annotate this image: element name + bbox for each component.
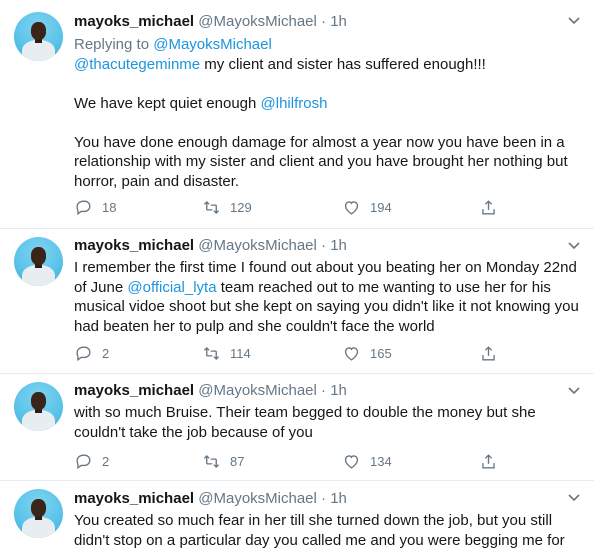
like-button[interactable]: 134	[342, 451, 392, 471]
mention-link[interactable]: @official_lyta	[127, 279, 216, 296]
tweet-actions: 18 129 194	[74, 197, 574, 217]
reply-count: 2	[102, 345, 110, 361]
avatar[interactable]	[14, 382, 63, 431]
author-name[interactable]: mayoks_michael	[74, 490, 194, 507]
reply-icon	[76, 199, 91, 215]
tweet-divider	[0, 373, 594, 374]
heart-icon	[344, 200, 359, 215]
mention-link[interactable]: @lhilfrosh	[261, 95, 328, 112]
tweet-actions: 2 87 134	[74, 451, 574, 471]
share-icon	[482, 453, 495, 469]
like-count: 165	[370, 345, 392, 361]
retweet-icon	[203, 200, 220, 214]
retweet-icon	[203, 346, 220, 360]
avatar[interactable]	[14, 12, 63, 61]
share-button[interactable]	[479, 197, 498, 217]
tweet-actions: 2 114 165	[74, 343, 574, 363]
retweet-button[interactable]: 114	[202, 343, 251, 363]
timestamp[interactable]: 1h	[330, 382, 347, 399]
chevron-down-icon[interactable]	[566, 237, 582, 253]
tweet-text: I remember the first time I found out ab…	[74, 259, 579, 335]
tweet-divider	[0, 480, 594, 481]
author-handle[interactable]: @MayoksMichael	[198, 490, 317, 507]
mention-link[interactable]: @thacutegeminme	[74, 56, 200, 73]
author-handle[interactable]: @MayoksMichael	[198, 13, 317, 30]
reply-count: 2	[102, 453, 110, 469]
retweet-count: 114	[230, 345, 251, 361]
retweet-button[interactable]: 129	[202, 197, 252, 217]
share-button[interactable]	[479, 451, 498, 471]
retweet-count: 87	[230, 453, 245, 469]
reply-to-link[interactable]: @MayoksMichael	[153, 36, 272, 53]
tweet-text: You created so much fear in her till she…	[74, 512, 565, 549]
author-name[interactable]: mayoks_michael	[74, 382, 194, 399]
reply-button[interactable]: 2	[74, 451, 109, 471]
retweet-icon	[203, 454, 220, 468]
chevron-down-icon[interactable]	[566, 489, 582, 505]
like-count: 194	[370, 199, 392, 215]
tweet-divider	[0, 228, 594, 229]
like-count: 134	[370, 453, 392, 469]
timestamp[interactable]: 1h	[330, 490, 347, 507]
heart-icon	[344, 346, 359, 361]
tweet-text: with so much Bruise. Their team begged t…	[74, 404, 536, 441]
reply-button[interactable]: 2	[74, 343, 109, 363]
like-button[interactable]: 165	[342, 343, 392, 363]
tweet-text: Replying to @MayoksMichael @thacutegemin…	[74, 36, 568, 190]
author-name[interactable]: mayoks_michael	[74, 13, 194, 30]
timestamp[interactable]: 1h	[330, 13, 347, 30]
reply-icon	[76, 345, 91, 361]
share-button[interactable]	[479, 343, 498, 363]
author-handle[interactable]: @MayoksMichael	[198, 382, 317, 399]
chevron-down-icon[interactable]	[566, 382, 582, 398]
retweet-button[interactable]: 87	[202, 451, 244, 471]
heart-icon	[344, 454, 359, 469]
retweet-count: 129	[230, 199, 252, 215]
share-icon	[482, 199, 495, 215]
avatar[interactable]	[14, 489, 63, 538]
author-handle[interactable]: @MayoksMichael	[198, 237, 317, 254]
replying-to-label: Replying to	[74, 36, 154, 53]
avatar[interactable]	[14, 237, 63, 286]
author-name[interactable]: mayoks_michael	[74, 237, 194, 254]
reply-count: 18	[102, 199, 117, 215]
reply-icon	[76, 453, 91, 469]
like-button[interactable]: 194	[342, 197, 392, 217]
chevron-down-icon[interactable]	[566, 12, 582, 28]
reply-button[interactable]: 18	[74, 197, 116, 217]
timestamp[interactable]: 1h	[330, 237, 347, 254]
share-icon	[482, 345, 495, 361]
